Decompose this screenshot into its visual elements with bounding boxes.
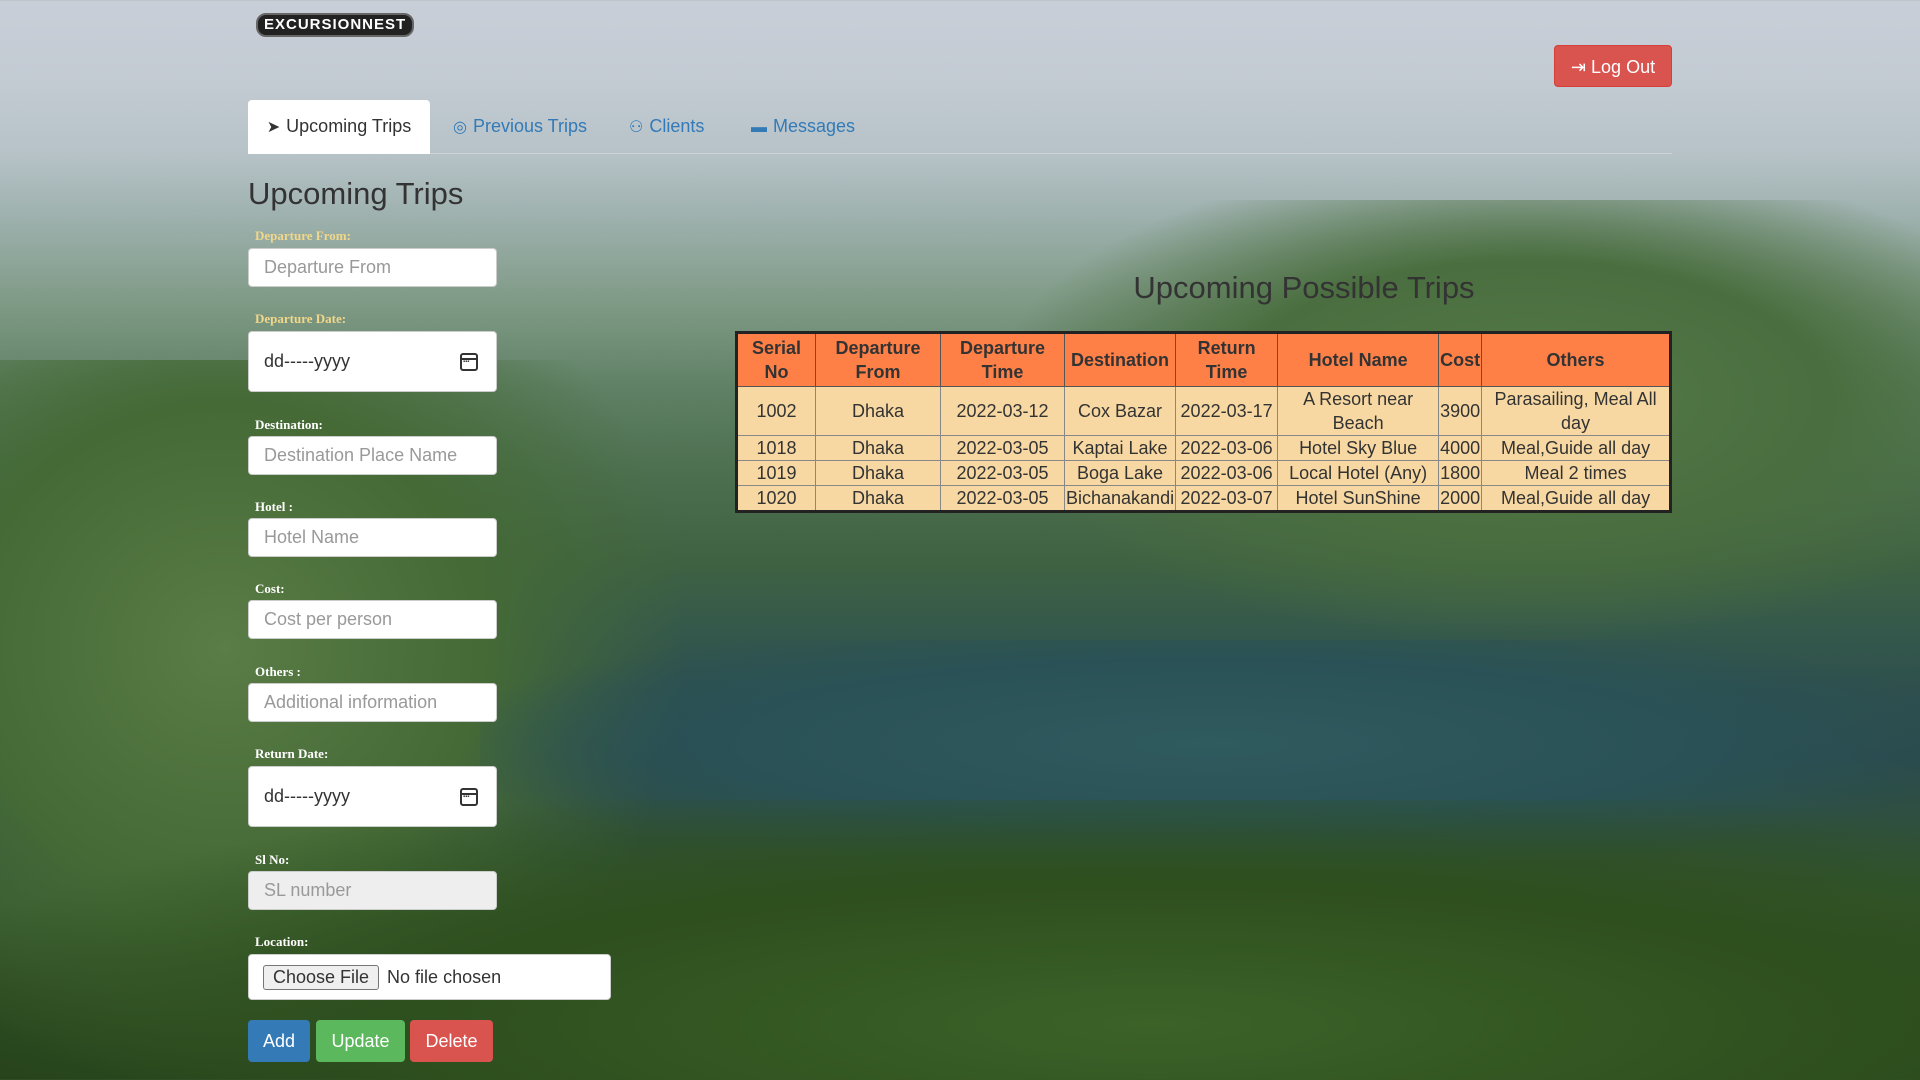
tab-label: Messages xyxy=(773,116,856,136)
table-cell: Parasailing, Meal All day xyxy=(1481,386,1671,436)
table-cell: Dhaka xyxy=(815,435,941,461)
table-cell: 2022-03-05 xyxy=(940,435,1065,461)
table-cell: Hotel SunShine xyxy=(1277,485,1440,512)
tab-label: Previous Trips xyxy=(472,116,588,136)
table-header-row: Serial No Departure From Departure Time … xyxy=(736,332,1671,387)
table-cell: 2022-03-05 xyxy=(940,460,1065,486)
globe-icon: ◎ xyxy=(453,119,467,136)
trips-table-title: Upcoming Possible Trips xyxy=(1133,269,1475,305)
departure-from-input[interactable]: Departure From xyxy=(248,248,497,287)
table-cell: Meal,Guide all day xyxy=(1481,485,1671,512)
cost-label: Cost: xyxy=(255,581,285,596)
tab-previous-trips[interactable]: ◎ Previous Trips xyxy=(453,100,587,153)
delete-button[interactable]: Delete xyxy=(410,1020,493,1062)
hotel-placeholder: Hotel Name xyxy=(264,527,360,547)
location-file-input[interactable]: Choose File No file chosen xyxy=(248,954,611,1000)
table-cell: 3900 xyxy=(1438,386,1483,436)
table-row[interactable]: 1018 Dhaka 2022-03-05 Kaptai Lake 2022-0… xyxy=(736,435,1671,461)
table-cell: Dhaka xyxy=(815,485,941,512)
departure-from-label: Departure From: xyxy=(255,228,351,243)
users-icon: ⚇ xyxy=(629,119,644,136)
column-header: Departure Time xyxy=(940,332,1065,387)
others-placeholder: Additional information xyxy=(264,692,438,712)
column-header: Departure From xyxy=(815,332,941,387)
tab-clients[interactable]: ⚇ Clients xyxy=(629,100,704,153)
paper-plane-icon: ➤ xyxy=(266,119,281,136)
logout-label: Log Out xyxy=(1591,57,1656,77)
tab-upcoming-trips[interactable]: ➤ Upcoming Trips xyxy=(248,100,430,154)
table-cell: 4000 xyxy=(1438,435,1483,461)
table-row[interactable]: 1002 Dhaka 2022-03-12 Cox Bazar 2022-03-… xyxy=(736,386,1671,436)
return-date-label: Return Date: xyxy=(255,746,329,761)
table-cell: 1018 xyxy=(736,435,816,461)
sl-no-placeholder: SL number xyxy=(264,880,352,900)
table-cell: 1800 xyxy=(1438,460,1483,486)
departure-date-input[interactable]: dd-----yyyy xyxy=(248,331,497,392)
table-cell: 2022-03-05 xyxy=(940,485,1065,512)
destination-input[interactable]: Destination Place Name xyxy=(248,436,497,475)
column-header: Cost xyxy=(1438,332,1483,387)
column-header: Serial No xyxy=(736,332,816,387)
table-cell: Meal,Guide all day xyxy=(1481,435,1671,461)
table-row[interactable]: 1020 Dhaka 2022-03-05 Bichanakandi 2022-… xyxy=(736,485,1671,512)
table-cell: 1019 xyxy=(736,460,816,486)
calendar-icon[interactable] xyxy=(460,787,478,806)
table-cell: 2022-03-12 xyxy=(940,386,1065,436)
departure-from-placeholder: Departure From xyxy=(264,257,392,277)
file-status: No file chosen xyxy=(387,966,502,987)
update-button[interactable]: Update xyxy=(316,1020,405,1062)
table-cell: Hotel Sky Blue xyxy=(1277,435,1440,461)
add-button[interactable]: Add xyxy=(248,1020,310,1062)
hotel-input[interactable]: Hotel Name xyxy=(248,518,497,557)
table-cell: 2022-03-07 xyxy=(1175,485,1279,512)
column-header: Hotel Name xyxy=(1277,332,1440,387)
table-cell: 2000 xyxy=(1438,485,1483,512)
table-cell: Dhaka xyxy=(815,386,941,436)
logout-button[interactable]: ⇥ Log Out xyxy=(1554,45,1672,87)
column-header: Destination xyxy=(1063,332,1177,387)
calendar-icon[interactable] xyxy=(460,352,478,371)
sl-no-input[interactable]: SL number xyxy=(248,871,497,910)
return-date-input[interactable]: dd-----yyyy xyxy=(248,766,497,827)
cost-placeholder: Cost per person xyxy=(264,609,393,629)
table-cell: Kaptai Lake xyxy=(1063,435,1177,461)
table-cell: 1002 xyxy=(736,386,816,436)
departure-date-label: Departure Date: xyxy=(255,311,347,326)
trips-table: Serial No Departure From Departure Time … xyxy=(735,331,1672,513)
sign-out-icon: ⇥ xyxy=(1570,57,1587,77)
choose-file-button[interactable]: Choose File xyxy=(263,964,380,990)
table-cell: Cox Bazar xyxy=(1063,386,1177,436)
tab-label: Upcoming Trips xyxy=(286,116,412,136)
nav-tabs: ➤ Upcoming Trips ◎ Previous Trips ⚇ Clients… xyxy=(248,100,1672,154)
table-cell: 2022-03-06 xyxy=(1175,435,1279,461)
table-row[interactable]: 1019 Dhaka 2022-03-05 Boga Lake 2022-03-… xyxy=(736,460,1671,486)
table-cell: 2022-03-06 xyxy=(1175,460,1279,486)
location-label: Location: xyxy=(255,934,309,949)
destination-placeholder: Destination Place Name xyxy=(264,445,458,465)
table-cell: 1020 xyxy=(736,485,816,512)
return-date-value: dd-----yyyy xyxy=(264,786,350,806)
table-cell: 2022-03-17 xyxy=(1175,386,1279,436)
page-title: Upcoming Trips xyxy=(248,176,464,211)
comment-icon: ▬ xyxy=(751,119,767,136)
column-header: Others xyxy=(1481,332,1671,387)
destination-label: Destination: xyxy=(255,417,323,432)
others-label: Others : xyxy=(255,664,301,679)
table-cell: Meal 2 times xyxy=(1481,460,1671,486)
sl-no-label: Sl No: xyxy=(255,852,290,867)
table-cell: Boga Lake xyxy=(1063,460,1177,486)
departure-date-value: dd-----yyyy xyxy=(264,351,350,371)
hotel-label: Hotel : xyxy=(255,499,293,514)
tab-label: Clients xyxy=(649,116,705,136)
table-cell: Bichanakandi xyxy=(1063,485,1177,512)
others-input[interactable]: Additional information xyxy=(248,683,497,722)
table-cell: Local Hotel (Any) xyxy=(1277,460,1440,486)
table-cell: A Resort near Beach xyxy=(1277,386,1440,436)
tab-messages[interactable]: ▬ Messages xyxy=(751,100,855,153)
column-header: Return Time xyxy=(1175,332,1279,387)
brand-logo[interactable]: EXCURSIONNEST xyxy=(256,13,415,37)
table-cell: Dhaka xyxy=(815,460,941,486)
cost-input[interactable]: Cost per person xyxy=(248,600,497,639)
